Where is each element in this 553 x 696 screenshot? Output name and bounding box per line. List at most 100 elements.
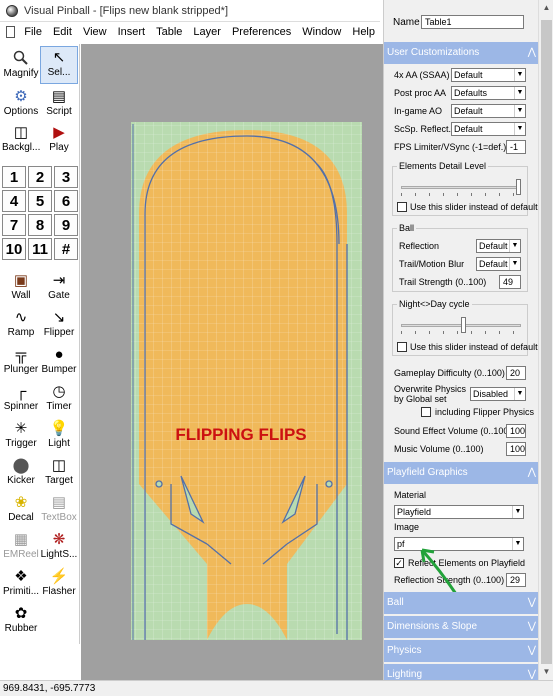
timer-tool[interactable]: ◷ Timer	[40, 381, 78, 413]
elements-detail-slider[interactable]	[401, 177, 521, 197]
script-tool[interactable]: ▤ Script	[40, 86, 78, 118]
options-tool[interactable]: ⚙ Options	[2, 86, 40, 118]
trail-strength-label: Trail Strength (0..100)	[399, 277, 487, 287]
plunger-tool[interactable]: ╦ Plunger	[2, 344, 40, 376]
difficulty-input[interactable]: 20	[506, 366, 526, 380]
section-playfield-graphics[interactable]: Playfield Graphics ⋀	[384, 462, 538, 484]
layer-9-button[interactable]: 9	[54, 214, 78, 236]
dropdown-arrow-icon: ▼	[514, 123, 525, 135]
menu-preferences[interactable]: Preferences	[227, 22, 296, 42]
night-day-checkbox[interactable]	[397, 342, 407, 352]
decal-tool[interactable]: ❀ Decal	[2, 492, 40, 524]
wall-tool[interactable]: ▣ Wall	[2, 270, 40, 302]
reflect-elements-checkbox[interactable]: ✓	[394, 558, 404, 568]
status-bar: 969.8431, -695.7773	[0, 680, 553, 696]
layer-all-button[interactable]: #	[54, 238, 78, 260]
layer-5-button[interactable]: 5	[28, 190, 52, 212]
scroll-up-icon[interactable]: ▲	[539, 0, 553, 16]
section-lighting[interactable]: Lighting ⋁	[384, 664, 538, 680]
spinner-icon: ┌	[15, 382, 27, 400]
kicker-tool[interactable]: ⬤ Kicker	[2, 455, 40, 487]
layer-11-button[interactable]: 11	[28, 238, 52, 260]
slider-thumb[interactable]	[516, 179, 521, 195]
aa-dropdown[interactable]: Default ▼	[451, 68, 526, 82]
magnify-tool[interactable]: Magnify	[2, 48, 40, 80]
layer-6-button[interactable]: 6	[54, 190, 78, 212]
elements-detail-group: Elements Detail Level Use this slider in…	[392, 161, 538, 216]
collapse-chevron-icon: ⋀	[527, 467, 536, 478]
flipper-tool[interactable]: ↘ Flipper	[40, 307, 78, 339]
scroll-down-icon[interactable]: ▼	[539, 664, 553, 680]
reflection-dropdown[interactable]: Default ▼	[476, 239, 521, 253]
script-icon: ▤	[51, 88, 67, 105]
layer-3-button[interactable]: 3	[54, 166, 78, 188]
primitive-tool[interactable]: ❖ Primiti...	[2, 566, 40, 598]
dropdown-arrow-icon: ▼	[514, 105, 525, 117]
flipper-physics-checkbox[interactable]	[421, 407, 431, 417]
textbox-icon: ▤	[51, 494, 67, 511]
menu-file[interactable]: File	[19, 22, 47, 42]
menu-view[interactable]: View	[78, 22, 112, 42]
ramp-tool[interactable]: ∿ Ramp	[2, 307, 40, 339]
document-icon[interactable]	[6, 26, 16, 38]
scrollbar-thumb[interactable]	[541, 20, 552, 664]
layer-8-button[interactable]: 8	[28, 214, 52, 236]
ssr-dropdown[interactable]: Default ▼	[451, 122, 526, 136]
reflection-strength-input[interactable]: 29	[506, 573, 526, 587]
menu-help[interactable]: Help	[347, 22, 380, 42]
gate-icon: ⇥	[52, 272, 66, 289]
elements-detail-checkbox[interactable]	[397, 202, 407, 212]
layer-7-button[interactable]: 7	[2, 214, 26, 236]
table-canvas[interactable]: FLIPPING FLIPS	[81, 44, 383, 680]
postproc-label: Post proc AA	[394, 88, 447, 98]
backglass-tool[interactable]: ◫ Backgl...	[2, 122, 40, 154]
gate-tool[interactable]: ⇥ Gate	[40, 270, 78, 302]
light-tool[interactable]: 💡 Light	[40, 418, 78, 450]
trail-dropdown[interactable]: Default ▼	[476, 257, 521, 271]
emreel-tool[interactable]: ▦ EMReel	[2, 529, 40, 561]
material-dropdown[interactable]: Playfield ▼	[394, 505, 524, 519]
select-tool[interactable]: ↖ Sel...	[40, 46, 78, 84]
menu-edit[interactable]: Edit	[48, 22, 77, 42]
section-dimensions-slope[interactable]: Dimensions & Slope ⋁	[384, 616, 538, 638]
section-physics[interactable]: Physics ⋁	[384, 640, 538, 662]
menu-window[interactable]: Window	[297, 22, 346, 42]
music-volume-input[interactable]: 100	[506, 442, 526, 456]
fps-input[interactable]: -1	[506, 140, 526, 154]
spinner-tool[interactable]: ┌ Spinner	[2, 381, 40, 413]
section-user-customizations[interactable]: User Customizations ⋀	[384, 42, 538, 64]
ao-dropdown[interactable]: Default ▼	[451, 104, 526, 118]
rubber-tool[interactable]: ✿ Rubber	[2, 603, 40, 635]
name-input[interactable]: Table1	[421, 15, 524, 29]
emreel-icon: ▦	[13, 531, 29, 548]
cursor-coordinates: 969.8431, -695.7773	[3, 683, 96, 694]
material-label: Material	[394, 490, 427, 500]
target-tool[interactable]: ◫ Target	[40, 455, 78, 487]
backglass-icon: ◫	[13, 124, 29, 141]
section-ball[interactable]: Ball ⋁	[384, 592, 538, 614]
properties-scrollbar[interactable]: ▲ ▼	[538, 0, 553, 680]
layer-1-button[interactable]: 1	[2, 166, 26, 188]
menu-table[interactable]: Table	[151, 22, 187, 42]
play-tool[interactable]: ▶ Play	[40, 122, 78, 154]
trigger-tool[interactable]: ✳ Trigger	[2, 418, 40, 450]
menu-insert[interactable]: Insert	[113, 22, 151, 42]
overwrite-physics-dropdown[interactable]: Disabled ▼	[470, 387, 526, 401]
postproc-dropdown[interactable]: Defaults ▼	[451, 86, 526, 100]
flasher-tool[interactable]: ⚡ Flasher	[40, 566, 78, 598]
slider-thumb[interactable]	[461, 317, 466, 333]
app-icon	[6, 4, 18, 17]
night-day-slider[interactable]	[401, 315, 521, 335]
layer-4-button[interactable]: 4	[2, 190, 26, 212]
wall-icon: ▣	[13, 272, 29, 289]
lightsequencer-tool[interactable]: ❋ LightS...	[40, 529, 78, 561]
playfield-drawing[interactable]: FLIPPING FLIPS	[81, 44, 383, 680]
layer-2-button[interactable]: 2	[28, 166, 52, 188]
layer-10-button[interactable]: 10	[2, 238, 26, 260]
bumper-tool[interactable]: ● Bumper	[40, 344, 78, 376]
trail-strength-input[interactable]: 49	[499, 275, 521, 289]
trigger-icon: ✳	[14, 420, 28, 437]
sound-volume-input[interactable]: 100	[506, 424, 526, 438]
textbox-tool[interactable]: ▤ TextBox	[40, 492, 78, 524]
menu-layer[interactable]: Layer	[188, 22, 226, 42]
